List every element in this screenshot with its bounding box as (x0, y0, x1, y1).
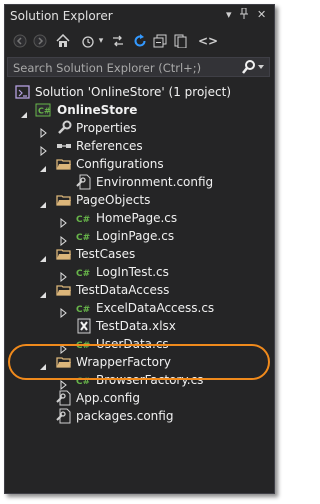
tree-item-logintest[interactable]: C# LogInTest.cs (5, 263, 274, 283)
app-config-label: App.config (76, 391, 140, 405)
csharp-file-icon: C# (76, 300, 92, 316)
collapse-arrow-icon[interactable] (38, 195, 48, 208)
expand-arrow-icon[interactable] (58, 231, 68, 247)
title-bar: Solution Explorer ▾ ✕ (5, 5, 274, 27)
folder-open-icon (56, 246, 72, 262)
exceldataaccess-label: ExcelDataAccess.cs (96, 301, 215, 315)
view-code-icon[interactable]: <> (198, 32, 218, 50)
tree-item-properties[interactable]: Properties (5, 119, 274, 139)
folder-open-icon (56, 192, 72, 208)
references-icon (56, 138, 72, 154)
testcases-label: TestCases (76, 247, 136, 261)
csharp-file-icon: C# (76, 210, 92, 226)
expand-arrow-icon[interactable] (38, 123, 48, 139)
solution-icon (15, 84, 31, 100)
csharp-project-icon: C# (35, 102, 51, 118)
references-label: References (76, 139, 143, 153)
loginpage-label: LoginPage.cs (96, 229, 175, 243)
csharp-file-icon: C# (76, 264, 92, 280)
pageobjects-label: PageObjects (76, 193, 151, 207)
tree-item-project[interactable]: C# OnlineStore (5, 101, 274, 119)
scrollbar[interactable] (271, 83, 274, 491)
show-all-files-icon[interactable] (172, 32, 188, 50)
close-icon[interactable]: ✕ (257, 8, 266, 22)
back-icon[interactable] (12, 32, 28, 50)
svg-text:C#: C# (76, 233, 90, 243)
expand-arrow-icon[interactable] (58, 213, 68, 229)
tree-item-testdataaccess[interactable]: TestDataAccess (5, 281, 274, 299)
tree-item-testcases[interactable]: TestCases (5, 245, 274, 263)
pin-icon[interactable] (239, 7, 249, 24)
logintest-label: LogInTest.cs (96, 265, 169, 279)
pending-changes-icon[interactable] (80, 32, 96, 50)
collapse-all-icon[interactable] (152, 32, 168, 50)
tree-item-solution[interactable]: Solution 'OnlineStore' (1 project) (5, 83, 274, 101)
config-file-icon (76, 174, 92, 190)
csharp-file-icon: C# (76, 228, 92, 244)
environment-config-label: Environment.config (96, 175, 214, 189)
collapse-arrow-icon[interactable] (19, 105, 29, 118)
refresh-icon[interactable] (132, 32, 148, 50)
tree-item-testdata[interactable]: TestData.xlsx (5, 317, 274, 335)
home-icon[interactable] (55, 32, 71, 50)
collapse-arrow-icon[interactable] (38, 249, 48, 262)
testdata-label: TestData.xlsx (96, 319, 176, 333)
solution-label: Solution 'OnlineStore' (1 project) (35, 85, 231, 99)
collapse-arrow-icon[interactable] (38, 159, 48, 172)
homepage-label: HomePage.cs (96, 211, 178, 225)
search-icon[interactable] (241, 59, 265, 79)
tree-item-app-config[interactable]: App.config (5, 389, 274, 407)
expand-arrow-icon[interactable] (58, 267, 68, 283)
collapse-arrow-icon[interactable] (38, 285, 48, 298)
tree-item-configurations[interactable]: Configurations (5, 155, 274, 173)
tree-item-homepage[interactable]: C# HomePage.cs (5, 209, 274, 229)
highlight-annotation (8, 344, 270, 380)
wrench-icon (56, 120, 72, 136)
tree-item-pageobjects[interactable]: PageObjects (5, 191, 274, 209)
search-box[interactable]: Search Solution Explorer (Ctrl+;) (7, 57, 270, 77)
project-label: OnlineStore (57, 103, 138, 117)
chevron-down-icon[interactable]: ▾ (97, 32, 105, 50)
panel-title: Solution Explorer (10, 9, 113, 23)
tree-item-loginpage[interactable]: C# LoginPage.cs (5, 227, 274, 247)
folder-open-icon (56, 282, 72, 298)
svg-text:C#: C# (38, 107, 51, 116)
toolbar: ▾ <> (5, 28, 274, 54)
sync-with-document-icon[interactable] (110, 32, 126, 50)
solution-explorer-panel: Solution Explorer ▾ ✕ ▾ <> Search Soluti… (4, 4, 275, 494)
svg-text:C#: C# (76, 305, 90, 315)
configurations-label: Configurations (76, 157, 164, 171)
properties-label: Properties (76, 121, 137, 135)
tree-item-exceldataaccess[interactable]: C# ExcelDataAccess.cs (5, 299, 274, 319)
svg-text:C#: C# (76, 215, 90, 225)
forward-icon[interactable] (32, 32, 48, 50)
tree-item-references[interactable]: References (5, 137, 274, 157)
excel-file-icon (76, 318, 92, 334)
search-input[interactable]: Search Solution Explorer (Ctrl+;) (13, 61, 201, 75)
packages-config-label: packages.config (76, 409, 174, 423)
expand-arrow-icon[interactable] (38, 141, 48, 157)
tree-item-environment-config[interactable]: Environment.config (5, 173, 274, 191)
tree-item-packages-config[interactable]: packages.config (5, 407, 274, 425)
expand-arrow-icon[interactable] (58, 303, 68, 319)
folder-open-icon (56, 156, 72, 172)
testdataaccess-label: TestDataAccess (76, 283, 170, 297)
config-file-icon (56, 390, 72, 406)
config-file-icon (56, 408, 72, 424)
dropdown-arrow-icon[interactable]: ▾ (226, 8, 232, 22)
svg-text:C#: C# (76, 269, 90, 279)
